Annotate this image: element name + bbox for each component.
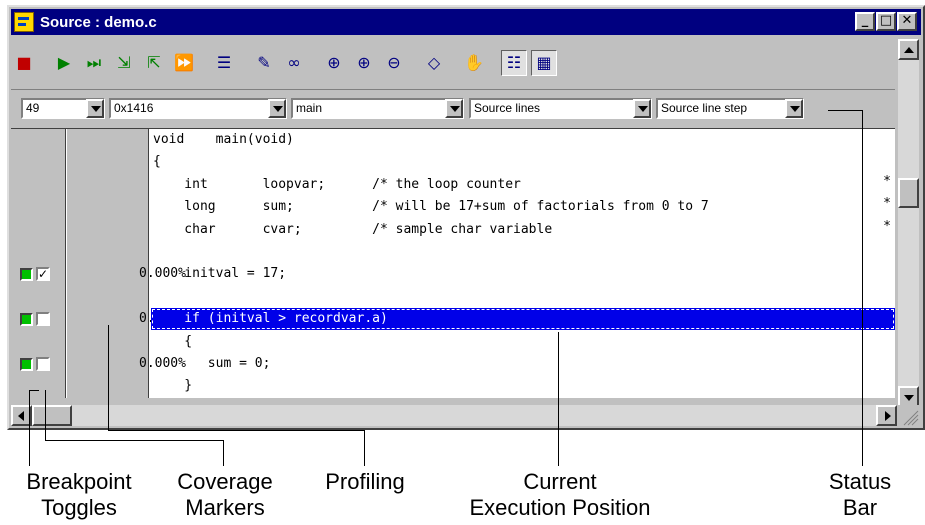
run-to-cursor-icon[interactable]: ⏩ — [171, 50, 197, 76]
label-breakpoint-toggles: Breakpoint Toggles — [26, 469, 132, 520]
code-line[interactable]: } — [151, 375, 895, 397]
step-into-icon[interactable]: ⇲ — [111, 50, 137, 76]
callout-line-profiling-h — [108, 430, 364, 431]
bookmark-icon[interactable]: ◇ — [421, 50, 447, 76]
callout-line-breakpoint — [29, 390, 30, 466]
callout-tick-breakpoint — [29, 390, 39, 391]
code-line[interactable]: char cvar; /* sample char variable — [151, 219, 895, 241]
address-combo[interactable]: 0x1416 — [109, 98, 287, 119]
callout-line-current — [558, 332, 559, 466]
stop-icon[interactable]: ■ — [11, 50, 37, 76]
horizontal-scrollbar[interactable] — [11, 405, 897, 426]
source-window: Source : demo.c _ □ ✕ ■ ▶ ⏭ ⇲ ⇱ ⏩ ☰ ✎ ∞ ⊕ ⊕ ⊖ ◇ ✋ ☷ ▦ 4… — [7, 5, 925, 430]
line-number-combo[interactable]: 49 — [21, 98, 105, 119]
step-mode-value: Source line step — [661, 101, 748, 115]
chevron-down-icon[interactable] — [445, 99, 463, 118]
zoom-out-icon[interactable]: ⊖ — [381, 50, 407, 76]
close-button[interactable]: ✕ — [897, 12, 917, 31]
set-breakpoint-icon[interactable]: ✎ — [251, 50, 277, 76]
step-out-icon[interactable]: ⇱ — [141, 50, 167, 76]
hand-icon[interactable]: ✋ — [461, 50, 487, 76]
coverage-marker[interactable] — [36, 312, 50, 326]
scroll-up-button[interactable] — [898, 39, 919, 60]
scroll-right-button[interactable] — [876, 405, 897, 426]
vertical-scrollbar[interactable] — [898, 39, 919, 407]
breakpoint-toggle[interactable] — [20, 268, 33, 281]
title-bar[interactable]: Source : demo.c _ □ ✕ — [11, 9, 921, 35]
chevron-down-icon[interactable] — [268, 99, 286, 118]
chevron-down-icon[interactable] — [633, 99, 651, 118]
chevron-down-icon[interactable] — [86, 99, 104, 118]
breakpoint-toggle[interactable] — [20, 313, 33, 326]
go-icon[interactable]: ▶ — [51, 50, 77, 76]
maximize-button[interactable]: □ — [876, 12, 896, 31]
view-mode-combo[interactable]: Source lines — [469, 98, 652, 119]
function-combo[interactable]: main — [291, 98, 464, 119]
watch-icon[interactable]: ∞ — [281, 50, 307, 76]
code-line[interactable]: { — [151, 151, 895, 173]
coverage-marker[interactable]: ✓ — [36, 267, 50, 281]
code-line[interactable]: int loopvar; /* the loop counter — [151, 174, 895, 196]
callout-line-status-h — [828, 110, 862, 111]
minimize-button[interactable]: _ — [855, 12, 875, 31]
code-line[interactable]: sum = 0; — [151, 353, 895, 375]
mixed-mode-icon[interactable]: ▦ — [531, 50, 557, 76]
source-mode-icon[interactable]: ☷ — [501, 50, 527, 76]
window-controls: _ □ ✕ — [855, 12, 917, 31]
breakpoint-toggle[interactable] — [20, 358, 33, 371]
callout-line-status — [862, 110, 863, 466]
view-mode-value: Source lines — [474, 101, 541, 115]
code-line[interactable] — [151, 286, 895, 308]
zoom-in-icon[interactable]: ⊕ — [351, 50, 377, 76]
current-execution-line[interactable]: if (initval > recordvar.a) — [151, 308, 895, 330]
truncated-comment-marker: * — [883, 196, 891, 211]
code-area[interactable]: void main(void){ int loopvar; /* the loo… — [151, 129, 895, 398]
chevron-down-icon[interactable] — [785, 99, 803, 118]
horizontal-scroll-thumb[interactable] — [32, 405, 72, 426]
scroll-down-button[interactable] — [898, 386, 919, 407]
callout-line-coverage-v — [223, 440, 224, 466]
code-line[interactable]: { — [151, 331, 895, 353]
label-profiling: Profiling — [325, 469, 405, 494]
callout-line-coverage-h — [45, 440, 223, 441]
status-bar: 49 0x1416 main Source lines Source line … — [11, 89, 895, 125]
toolbar: ■ ▶ ⏭ ⇲ ⇱ ⏩ ☰ ✎ ∞ ⊕ ⊕ ⊖ ◇ ✋ ☷ ▦ — [11, 39, 895, 87]
step-mode-combo[interactable]: Source line step — [656, 98, 804, 119]
source-pane: ✓ 0.000%0.000%0.000% void main(void){ in… — [11, 128, 895, 398]
code-line[interactable]: initval = 17; — [151, 263, 895, 285]
breakpoint-gutter: ✓ — [11, 129, 66, 398]
truncated-comment-marker: * — [883, 174, 891, 189]
callout-line-profiling-v — [364, 430, 365, 466]
app-icon[interactable] — [14, 12, 34, 32]
code-line[interactable]: void main(void) — [151, 129, 895, 151]
label-current-execution-position: Current Execution Position — [469, 469, 651, 520]
function-value: main — [296, 101, 323, 115]
line-number-value: 49 — [26, 101, 40, 115]
zoom-icon[interactable]: ⊕ — [321, 50, 347, 76]
address-value: 0x1416 — [114, 101, 154, 115]
truncated-comment-marker: * — [883, 219, 891, 234]
coverage-marker[interactable] — [36, 357, 50, 371]
callout-line-coverage — [45, 390, 46, 440]
view-source-icon[interactable]: ☰ — [211, 50, 237, 76]
resize-grip-icon[interactable] — [898, 405, 919, 426]
callout-line-profiling — [108, 325, 109, 430]
code-line[interactable]: long sum; /* will be 17+sum of factorial… — [151, 196, 895, 218]
code-line[interactable] — [151, 241, 895, 263]
label-status-bar: Status Bar — [828, 469, 892, 520]
step-over-icon[interactable]: ⏭ — [81, 50, 107, 76]
vertical-scroll-thumb[interactable] — [898, 178, 919, 208]
window-title: Source : demo.c — [40, 13, 157, 31]
label-coverage-markers: Coverage Markers — [177, 469, 273, 520]
